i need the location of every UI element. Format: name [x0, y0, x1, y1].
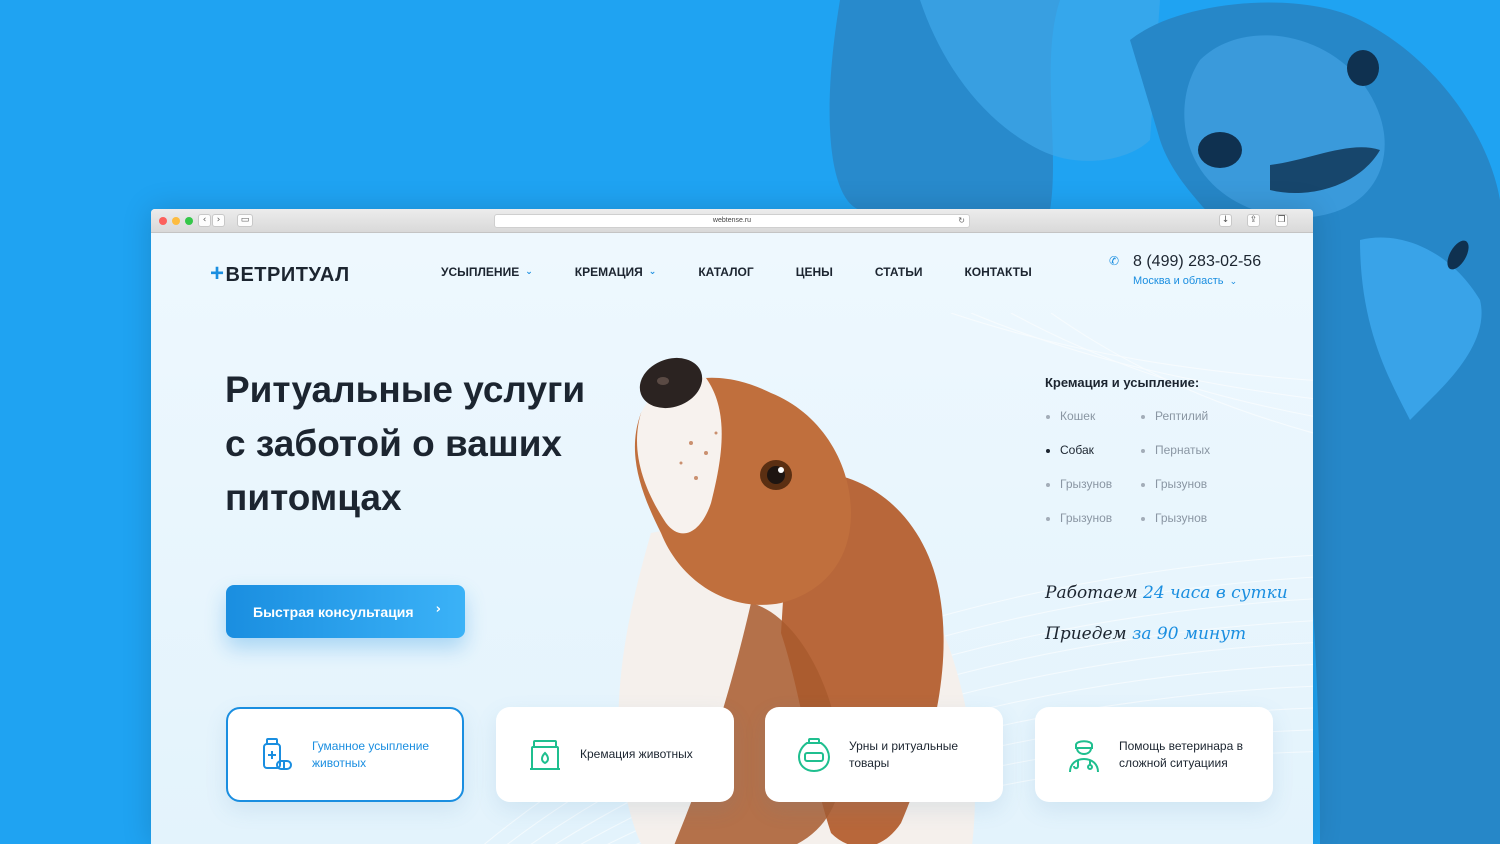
- working-hours-prefix: Работаем: [1045, 583, 1138, 603]
- card-label-line: Урны и ритуальные: [849, 738, 959, 753]
- service-item-birds[interactable]: Пернатых: [1140, 443, 1235, 459]
- menu-item-label: СТАТЬИ: [874, 265, 923, 279]
- hero-title-line: Ритуальные услуги: [225, 369, 586, 410]
- card-label: Урны и ритуальные товары: [849, 738, 958, 772]
- hero-title-line: питомцах: [225, 477, 402, 518]
- card-label-line: Помощь ветеринара в: [1119, 738, 1243, 753]
- sidebar-icon[interactable]: ▭: [237, 214, 253, 227]
- services-title: Кремация и усыпление:: [1045, 375, 1200, 390]
- region-selector[interactable]: Москва и область ⌄: [1133, 275, 1237, 287]
- menu-item-euthanasia[interactable]: УСЫПЛЕНИЕ ⌄: [441, 265, 533, 279]
- menu-item-articles[interactable]: СТАТЬИ: [875, 265, 923, 279]
- chevron-down-icon: ⌄: [525, 267, 533, 277]
- working-hours-highlight: 24 часа в сутки: [1143, 583, 1288, 603]
- menu-item-label: КРЕМАЦИЯ: [574, 265, 643, 279]
- arrival-time-prefix: Приедем: [1045, 624, 1127, 644]
- card-label: Кремация животных: [580, 746, 693, 763]
- medicine-icon: [263, 737, 292, 770]
- hero-title: Ритуальные услуги с заботой о ваших пито…: [225, 363, 625, 525]
- urn-icon: [797, 737, 831, 772]
- browser-window: ‹ › ▭ webtense.ru ↻ ↓ ⇪ ❐ +ВЕТРИТУАЛ УСЫ…: [151, 209, 1313, 844]
- chevron-right-icon: ›: [435, 602, 441, 617]
- working-hours-text: Работаем 24 часа в сутки: [1045, 583, 1288, 603]
- arrival-time-highlight: за 90 минут: [1132, 624, 1247, 644]
- card-label: Помощь ветеринара в сложной ситуациия: [1119, 738, 1243, 772]
- menu-item-prices[interactable]: ЦЕНЫ: [796, 265, 833, 279]
- hero-title-line: с заботой о ваших: [225, 423, 563, 464]
- services-list: Кошек Рептилий Собак Пернатых Грызунов Г…: [1045, 409, 1265, 527]
- menu-item-contacts[interactable]: КОНТАКТЫ: [964, 265, 1031, 279]
- chevron-down-icon: ⌄: [1229, 277, 1238, 287]
- menu-item-label: УСЫПЛЕНИЕ: [441, 265, 520, 279]
- phone-number-link[interactable]: 8 (499) 283-02-56: [1133, 253, 1261, 271]
- phone-icon: ✆: [1109, 254, 1120, 268]
- address-bar[interactable]: webtense.ru ↻: [494, 214, 970, 228]
- card-label-line: животных: [312, 755, 367, 770]
- crematorium-icon: [530, 739, 560, 770]
- service-card-cremation[interactable]: Кремация животных: [496, 707, 734, 802]
- card-label: Гуманное усыпление животных: [312, 738, 429, 772]
- url-text: webtense.ru: [712, 217, 752, 224]
- card-label-line: товары: [849, 755, 890, 770]
- service-card-euthanasia[interactable]: Гуманное усыпление животных: [226, 707, 464, 802]
- service-item-rodents[interactable]: Грызунов: [1140, 477, 1235, 493]
- maximize-window-button[interactable]: [185, 217, 193, 225]
- logo-plus-icon: +: [210, 260, 225, 287]
- site-logo[interactable]: +ВЕТРИТУАЛ: [210, 260, 350, 288]
- chevron-down-icon: ⌄: [648, 267, 657, 277]
- service-card-urns[interactable]: Урны и ритуальные товары: [765, 707, 1003, 802]
- menu-item-label: КОНТАКТЫ: [964, 265, 1032, 279]
- card-label-line: Гуманное усыпление: [312, 738, 430, 753]
- menu-item-label: КАТАЛОГ: [698, 265, 754, 279]
- service-item-rodents[interactable]: Грызунов: [1140, 511, 1235, 527]
- service-item-dogs[interactable]: Собак: [1045, 443, 1140, 459]
- share-icon[interactable]: ⇪: [1247, 214, 1260, 227]
- menu-item-label: ЦЕНЫ: [795, 265, 833, 279]
- service-item-rodents[interactable]: Грызунов: [1045, 477, 1140, 493]
- tabs-icon[interactable]: ❐: [1275, 214, 1288, 227]
- logo-text: ВЕТРИТУАЛ: [225, 264, 350, 286]
- browser-toolbar: ‹ › ▭ webtense.ru ↻ ↓ ⇪ ❐: [151, 209, 1313, 233]
- page-content: +ВЕТРИТУАЛ УСЫПЛЕНИЕ ⌄ КРЕМАЦИЯ ⌄ КАТАЛОГ …: [151, 233, 1313, 844]
- cta-label: Быстрая консультация: [253, 603, 414, 620]
- service-item-reptiles[interactable]: Рептилий: [1140, 409, 1235, 425]
- menu-item-catalog[interactable]: КАТАЛОГ: [698, 265, 753, 279]
- menu-item-cremation[interactable]: КРЕМАЦИЯ ⌄: [575, 265, 657, 279]
- arrival-time-text: Приедем за 90 минут: [1045, 624, 1246, 644]
- minimize-window-button[interactable]: [172, 217, 180, 225]
- region-label: Москва и область: [1133, 275, 1224, 287]
- main-menu: УСЫПЛЕНИЕ ⌄ КРЕМАЦИЯ ⌄ КАТАЛОГ ЦЕНЫ СТАТЬИ…: [441, 265, 1074, 279]
- back-icon[interactable]: ‹: [198, 214, 211, 227]
- quick-consultation-button[interactable]: Быстрая консультация ›: [226, 585, 465, 638]
- service-item-cats[interactable]: Кошек: [1045, 409, 1140, 425]
- close-window-button[interactable]: [159, 217, 167, 225]
- card-label-line: Кремация животных: [580, 747, 693, 761]
- reload-icon[interactable]: ↻: [958, 215, 965, 227]
- download-icon[interactable]: ↓: [1219, 214, 1232, 227]
- service-item-rodents[interactable]: Грызунов: [1045, 511, 1140, 527]
- forward-icon[interactable]: ›: [212, 214, 225, 227]
- service-card-veterinarian[interactable]: Помощь ветеринара в сложной ситуациия: [1035, 707, 1273, 802]
- veterinarian-icon: [1069, 739, 1099, 772]
- card-label-line: сложной ситуациия: [1119, 755, 1228, 770]
